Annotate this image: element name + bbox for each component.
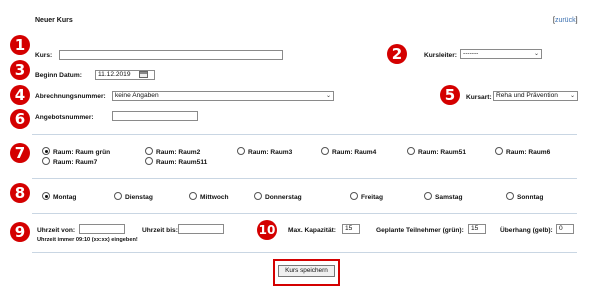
- divider: [32, 134, 577, 135]
- badge-1: 1: [10, 35, 30, 55]
- room-option[interactable]: Raum: Raum3: [237, 147, 292, 157]
- abrechnung-select[interactable]: keine Angaben ⌄: [112, 91, 334, 101]
- day-label: Donnerstag: [265, 194, 302, 201]
- beginn-label: Beginn Datum:: [35, 72, 82, 79]
- radio-dot[interactable]: [42, 157, 50, 165]
- radio-dot[interactable]: [506, 192, 514, 200]
- divider: [32, 178, 577, 179]
- room-label: Raum: Raum3: [248, 149, 293, 156]
- room-option[interactable]: Raum: Raum6: [495, 147, 550, 157]
- uhrzeit-bis-label: Uhrzeit bis:: [142, 227, 178, 234]
- kursleiter-select[interactable]: ------- ⌄: [460, 49, 542, 59]
- chevron-down-icon: ⌄: [533, 51, 539, 57]
- badge-8: 8: [10, 183, 30, 203]
- day-option[interactable]: Mittwoch: [189, 192, 229, 202]
- save-button[interactable]: Kurs speichern: [278, 265, 335, 277]
- back-link-wrap: [zurück]: [553, 17, 578, 24]
- radio-dot[interactable]: [350, 192, 358, 200]
- ueberhang-label: Überhang (gelb):: [500, 227, 553, 234]
- ueberhang-input[interactable]: 0: [556, 224, 574, 234]
- geplante-teilnehmer-label: Geplante Teilnehmer (grün):: [376, 227, 464, 234]
- badge-9: 9: [10, 222, 30, 242]
- day-option[interactable]: Montag: [42, 192, 76, 202]
- back-bracket-close: ]: [575, 17, 578, 24]
- badge-7: 7: [10, 143, 30, 163]
- day-label: Sonntag: [517, 194, 544, 201]
- day-option[interactable]: Dienstag: [114, 192, 153, 202]
- uhrzeit-von-label: Uhrzeit von:: [37, 227, 76, 234]
- room-option[interactable]: Raum: Raum2: [145, 147, 200, 157]
- abrechnung-label: Abrechnungsnummer:: [35, 93, 106, 100]
- geplante-teilnehmer-input[interactable]: 15: [468, 224, 486, 234]
- radio-dot[interactable]: [114, 192, 122, 200]
- kursart-value: Reha und Prävention: [496, 92, 558, 99]
- kursart-select[interactable]: Reha und Prävention ⌄: [493, 91, 578, 101]
- badge-3: 3: [10, 60, 30, 80]
- room-label: Raum: Raum51: [418, 149, 467, 156]
- calendar-icon[interactable]: [139, 71, 148, 78]
- day-label: Samstag: [435, 194, 463, 201]
- divider: [32, 213, 577, 214]
- radio-dot[interactable]: [42, 192, 50, 200]
- beginn-date-value: 11.12.2019: [98, 71, 131, 78]
- room-option[interactable]: Raum: Raum4: [321, 147, 376, 157]
- radio-dot[interactable]: [42, 147, 50, 155]
- badge-10: 10: [257, 220, 277, 240]
- room-label: Raum: Raum grün: [53, 149, 111, 156]
- room-option[interactable]: Raum: Raum51: [407, 147, 466, 157]
- uhrzeit-von-input[interactable]: [79, 224, 125, 234]
- day-option[interactable]: Freitag: [350, 192, 383, 202]
- day-option[interactable]: Samstag: [424, 192, 463, 202]
- badge-2: 2: [387, 44, 407, 64]
- day-label: Dienstag: [125, 194, 153, 201]
- angebot-label: Angebotsnummer:: [35, 114, 94, 121]
- room-label: Raum: Raum7: [53, 159, 98, 166]
- badge-4: 4: [10, 85, 30, 105]
- room-label: Raum: Raum511: [156, 159, 208, 166]
- divider: [32, 252, 577, 253]
- day-label: Mittwoch: [200, 194, 229, 201]
- kursleiter-label: Kursleiter:: [424, 52, 457, 59]
- day-label: Montag: [53, 194, 77, 201]
- radio-dot[interactable]: [145, 147, 153, 155]
- radio-dot[interactable]: [237, 147, 245, 155]
- chevron-down-icon: ⌄: [325, 93, 331, 99]
- room-option[interactable]: Raum: Raum7: [42, 157, 97, 167]
- kursart-label: Kursart:: [466, 94, 492, 101]
- chevron-down-icon: ⌄: [569, 93, 575, 99]
- radio-dot[interactable]: [254, 192, 262, 200]
- room-option[interactable]: Raum: Raum511: [145, 157, 207, 167]
- radio-dot[interactable]: [407, 147, 415, 155]
- badge-5: 5: [440, 85, 460, 105]
- radio-dot[interactable]: [189, 192, 197, 200]
- radio-dot[interactable]: [424, 192, 432, 200]
- angebot-input[interactable]: [112, 111, 198, 121]
- room-option[interactable]: Raum: Raum grün: [42, 147, 110, 157]
- room-label: Raum: Raum6: [506, 149, 551, 156]
- radio-dot[interactable]: [495, 147, 503, 155]
- kursleiter-value: -------: [463, 50, 479, 57]
- kurs-input[interactable]: [59, 50, 283, 60]
- day-option[interactable]: Sonntag: [506, 192, 543, 202]
- uhrzeit-hint: Uhrzeit immer 09:10 (xx:xx) eingeben!: [37, 237, 138, 243]
- kurs-label: Kurs:: [35, 52, 53, 59]
- room-label: Raum: Raum4: [332, 149, 377, 156]
- badge-6: 6: [10, 109, 30, 129]
- room-label: Raum: Raum2: [156, 149, 201, 156]
- day-label: Freitag: [361, 194, 383, 201]
- radio-dot[interactable]: [321, 147, 329, 155]
- max-kapazitaet-input[interactable]: 15: [342, 224, 360, 234]
- radio-dot[interactable]: [145, 157, 153, 165]
- max-kapazitaet-label: Max. Kapazität:: [288, 227, 336, 234]
- day-option[interactable]: Donnerstag: [254, 192, 302, 202]
- page-title: Neuer Kurs: [35, 17, 73, 24]
- abrechnung-value: keine Angaben: [115, 92, 159, 99]
- back-link[interactable]: zurück: [555, 17, 576, 24]
- uhrzeit-bis-input[interactable]: [178, 224, 224, 234]
